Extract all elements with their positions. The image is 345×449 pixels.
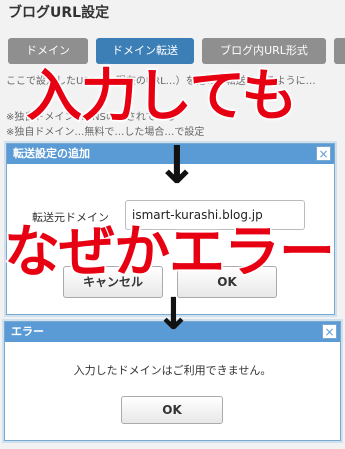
tab-more[interactable] <box>334 38 345 64</box>
tab-blog-url-format[interactable]: ブログ内URL形式 <box>202 38 326 64</box>
error-message: 入力したドメインはご利用できません。 <box>73 364 272 377</box>
page-title: ブログURL設定 <box>8 5 110 21</box>
error-ok-button[interactable]: OK <box>121 396 223 424</box>
tab-domain-transfer[interactable]: ドメイン転送 <box>96 38 194 64</box>
close-icon[interactable]: × <box>316 146 331 161</box>
down-arrow-icon: ↓ <box>155 136 199 196</box>
caption-input-anyway: 入力しても <box>25 63 300 131</box>
tab-domain[interactable]: ドメイン <box>8 38 88 64</box>
down-arrow-icon: ↓ <box>155 289 192 340</box>
settings-tabs: ドメイン ドメイン転送 ブログ内URL形式 <box>0 38 345 64</box>
caption-somehow-error: なぜかエラー <box>3 219 337 287</box>
close-icon[interactable]: × <box>322 324 337 339</box>
